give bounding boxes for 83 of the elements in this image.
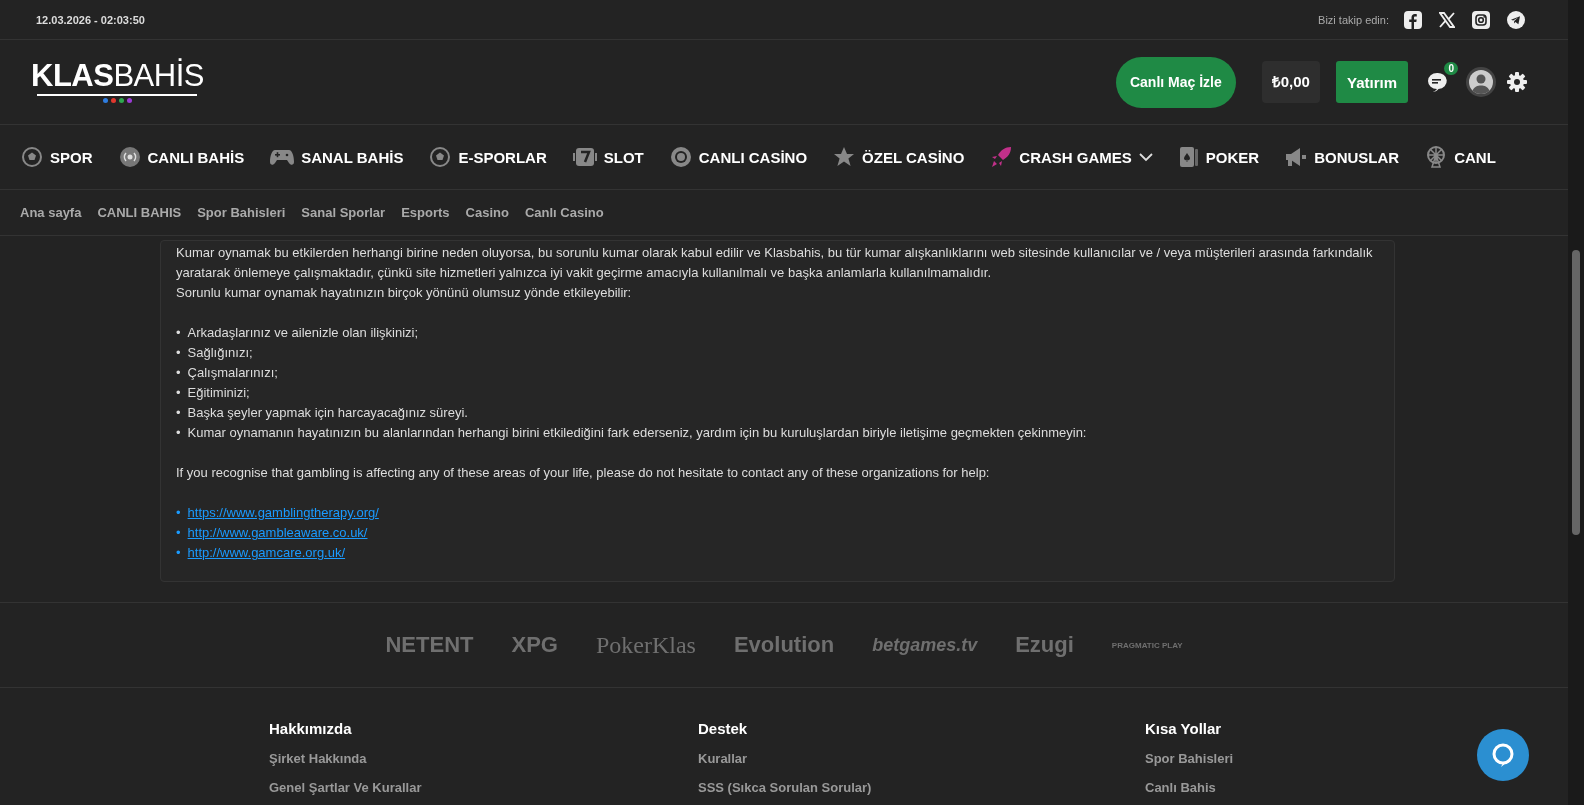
sub-nav-link[interactable]: Ana sayfa	[20, 205, 82, 220]
footer-link[interactable]: Canlı Bahis	[1145, 780, 1445, 795]
star-icon	[833, 146, 856, 168]
chat-icon[interactable]	[1426, 71, 1448, 93]
bullet: •	[176, 544, 181, 562]
list-item: Çalışmalarınızı;	[187, 364, 278, 382]
nav-menu-item[interactable]: SANAL BAHİS	[270, 148, 404, 166]
footer-link[interactable]: Genel Şartlar Ve Kurallar	[269, 780, 698, 795]
provider-logo: PokerKlas	[595, 631, 696, 659]
help-link[interactable]: http://www.gambleaware.co.uk/	[187, 523, 368, 543]
provider-logo: betgames.tv	[872, 634, 978, 656]
provider-logo: NETENT	[385, 632, 474, 658]
rocket-icon	[990, 146, 1013, 168]
live-chat-button[interactable]	[1477, 729, 1529, 781]
watch-live-button[interactable]: Canlı Maç İzle	[1115, 56, 1236, 108]
gamepad-icon	[270, 148, 295, 166]
nav-menu-item[interactable]: SPOR	[21, 146, 93, 168]
scrollbar[interactable]	[1568, 0, 1584, 805]
list-item: Sağlığınızı;	[187, 344, 253, 362]
casino-chip-icon	[669, 146, 692, 168]
follow-label: Bizi takip edin:	[1318, 13, 1389, 26]
sub-nav-link[interactable]: Spor Bahisleri	[197, 205, 286, 220]
instagram-icon[interactable]	[1472, 10, 1490, 29]
sub-nav-link[interactable]: Casino	[465, 205, 509, 220]
sub-nav-link[interactable]: Sanal Sporlar	[301, 205, 386, 220]
paragraph: Sorunlu kumar oynamak hayatınızın birçok yönünü olumsuz yönde etkileyebilir:	[176, 284, 633, 302]
x-icon[interactable]	[1439, 11, 1455, 28]
provider-logo: XPG	[511, 632, 558, 658]
nav-menu-item[interactable]: E-SPORLAR	[429, 146, 547, 168]
facebook-icon[interactable]	[1404, 10, 1422, 29]
nav-menu-item[interactable]: CRASH GAMES	[990, 146, 1153, 168]
footer-heading: Hakkımızda	[269, 720, 353, 737]
footer-link[interactable]: SSS (Sıkca Sorulan Sorular)	[698, 780, 1145, 795]
nav-menu-item[interactable]: BONUSLAR	[1285, 147, 1400, 167]
sub-nav-link[interactable]: CANLI BAHIS	[97, 205, 182, 220]
football-icon	[429, 146, 452, 168]
telegram-icon[interactable]	[1507, 10, 1525, 29]
nav-menu-item[interactable]: CANLI CASİNO	[669, 146, 808, 168]
ferris-wheel-icon	[1425, 146, 1448, 168]
list-item: Eğitiminizi;	[187, 384, 250, 402]
bullet: •	[176, 324, 181, 342]
footer-link[interactable]: Kurallar	[698, 751, 1145, 766]
footer-link[interactable]: Spor Bahisleri	[1145, 751, 1445, 766]
footer-heading: Kısa Yollar	[1145, 720, 1223, 737]
balance-display[interactable]: ₺0,00	[1261, 61, 1320, 103]
bullet: •	[176, 524, 181, 542]
list-item: Başka şeyler yapmak için harcayacağınız süreyi.	[187, 404, 468, 422]
chat-bubble-icon	[1490, 742, 1516, 768]
footer-link[interactable]: Şirket Hakkında	[269, 751, 698, 766]
nav-menu-item[interactable]: POKER	[1178, 146, 1260, 168]
settings-icon[interactable]	[1506, 71, 1528, 93]
bullet: •	[176, 384, 181, 402]
klasbahis-logo[interactable]: KLASBAHİS	[31, 60, 204, 104]
deposit-button[interactable]: Yatırım	[1335, 61, 1408, 103]
paragraph: If you recognise that gambling is affecting any of these areas of your life, please do not hesitate to contact any of these organizations for help:	[176, 464, 991, 482]
sub-nav-link[interactable]: Esports	[401, 205, 450, 220]
help-link[interactable]: https://www.gamblingtherapy.org/	[187, 503, 379, 523]
sub-nav-link[interactable]: Canlı Casino	[524, 205, 604, 220]
football-icon	[21, 146, 43, 168]
list-item: Kumar oynamanın hayatınızın bu alanlarından herhangi birini etkilediğini fark ederseniz, yardım için bu kuruluşlardan biriyle iletişime geçmekten çekinmeyin:	[187, 424, 1087, 442]
playing-card-icon	[1178, 146, 1199, 168]
date-time: 12.03.2026 - 02:03:50	[36, 13, 145, 26]
list-item: Arkadaşlarınız ve ailenizle olan ilişkinizi;	[187, 324, 419, 342]
provider-logo: PRAGMATIC PLAY	[1111, 640, 1183, 650]
bullet: •	[176, 424, 181, 442]
bullet: •	[176, 344, 181, 362]
footer-heading: Destek	[698, 720, 749, 737]
provider-logo: Ezugi	[1015, 632, 1074, 658]
broadcast-icon	[118, 146, 141, 168]
paragraph: Kumar oynamak bu etkilerden herhangi birine neden oluyorsa, bu sorunlu kumar olarak kabul edilir ve Klasbahis, bu tür kumar alışkanlıklarını web sitesinde kullanıcılar ve / veya müşterileri arasında farkındalık yaratarak önlemeye çalışmaktadır, çünkü site hizmetleri yalnızca iyi vakit geçirme amacıyla kullanılmalı ve başka anlamlarla kullanılmamalıdır.	[176, 244, 1374, 282]
bullet: •	[176, 364, 181, 382]
help-link[interactable]: http://www.gamcare.org.uk/	[187, 543, 346, 563]
nav-menu-item[interactable]: CANL	[1425, 146, 1496, 168]
user-avatar[interactable]	[1466, 67, 1496, 97]
provider-logo: Evolution	[733, 632, 835, 658]
nav-menu-item[interactable]: ÖZEL CASİNO	[833, 146, 965, 168]
bullet: •	[176, 404, 181, 422]
slot-machine-icon	[572, 147, 597, 167]
megaphone-icon	[1285, 147, 1308, 167]
nav-menu-item[interactable]: CANLI BAHİS	[118, 146, 245, 168]
message-count-badge: 0	[1444, 62, 1458, 75]
bullet: •	[176, 504, 181, 522]
nav-menu-item[interactable]: SLOT	[572, 147, 644, 167]
